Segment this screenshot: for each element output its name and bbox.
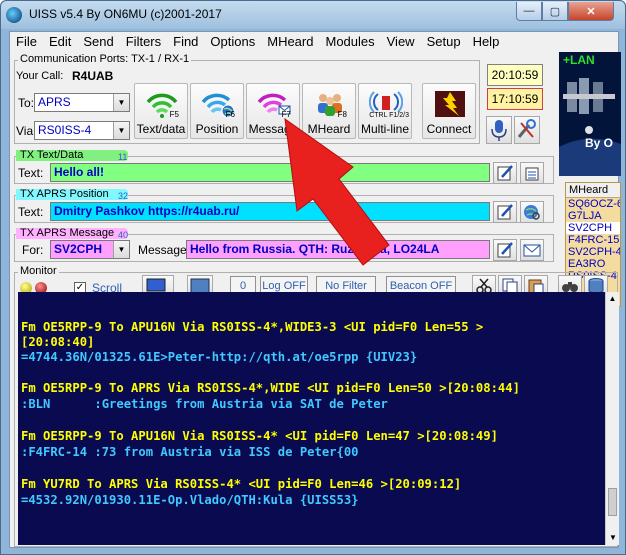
annotation-arrow xyxy=(284,117,390,266)
app-window: UISS v5.4 By ON6MU (c)2001-2017 — ▢ ✕ Fi… xyxy=(0,0,626,555)
